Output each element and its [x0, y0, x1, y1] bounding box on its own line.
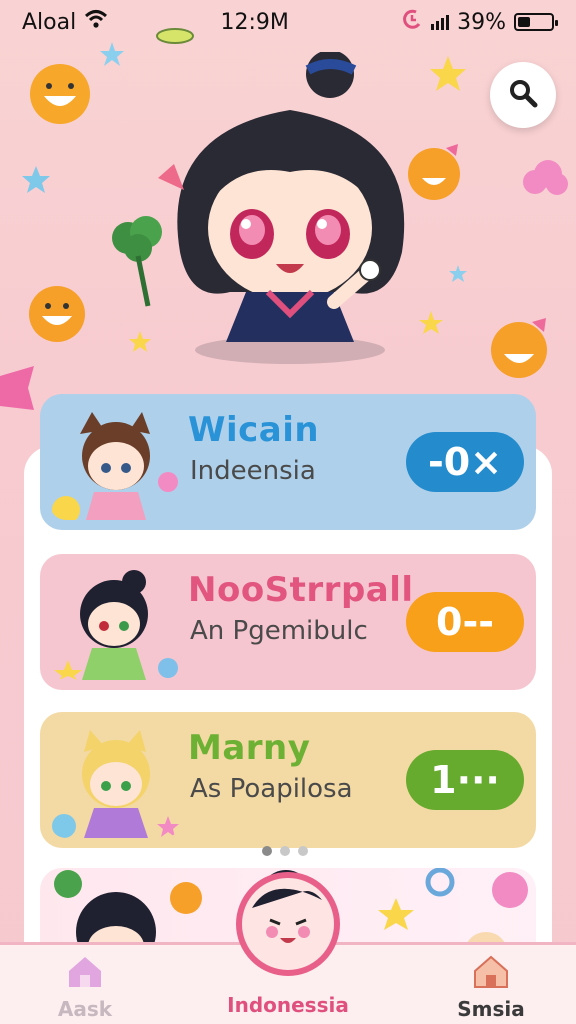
home-icon — [65, 957, 105, 993]
card-badge-button[interactable]: -0× — [406, 432, 524, 492]
home-icon — [471, 955, 511, 993]
signal-icon — [431, 14, 450, 30]
card-subtitle: Indeensia — [190, 456, 316, 486]
smiley-sticker — [491, 318, 547, 378]
search-icon — [508, 78, 538, 112]
star-icon — [100, 42, 124, 66]
battery-icon — [513, 13, 558, 31]
face-button[interactable] — [236, 872, 340, 976]
avatar — [54, 570, 178, 680]
nav-item-aask[interactable]: Aask — [10, 953, 160, 1021]
card-name: Wicain — [188, 410, 320, 450]
card-name: NooStrrpall — [188, 570, 414, 610]
card-name: Marny — [188, 728, 311, 768]
search-button[interactable] — [490, 62, 556, 128]
avatar — [52, 730, 179, 838]
pagination-dot[interactable] — [280, 846, 290, 856]
pagination-dots[interactable] — [262, 846, 308, 856]
list-card[interactable]: Wicain Indeensia -0× — [40, 394, 536, 530]
nav-label: Smsia — [457, 997, 525, 1021]
battery-percent: 39% — [457, 9, 506, 35]
carrier-label: Aloal — [22, 9, 77, 35]
smiley-sticker — [30, 64, 90, 124]
ribbon-sticker — [0, 366, 34, 410]
cloud-sticker — [523, 160, 568, 195]
nav-label: Aask — [57, 997, 113, 1021]
nav-item-indonessia[interactable]: Indonessia — [213, 989, 363, 1017]
nav-item-smsia[interactable]: Smsia — [416, 953, 566, 1021]
list-card[interactable]: Marny As Poapilosa 1··· — [40, 712, 536, 848]
card-subtitle: As Poapilosa — [190, 774, 353, 804]
nav-label: Indonessia — [227, 993, 349, 1017]
card-badge-button[interactable]: 0-- — [406, 592, 524, 652]
broccoli-sticker — [112, 216, 162, 307]
pagination-dot[interactable] — [298, 846, 308, 856]
card-badge-button[interactable]: 1··· — [406, 750, 524, 810]
status-bar: Aloal 12:9M 39% — [0, 0, 576, 44]
star-icon — [22, 166, 50, 193]
battery-fill — [517, 17, 531, 27]
star-icon — [449, 265, 467, 282]
smiley-sticker — [29, 286, 85, 342]
wifi-icon — [84, 9, 108, 35]
pagination-dot[interactable] — [262, 846, 272, 856]
hero-character — [158, 52, 405, 364]
face-icon — [242, 888, 334, 974]
card-subtitle: An Pgemibulc — [190, 616, 368, 646]
clock: 12:9M — [220, 9, 289, 35]
moon-icon — [401, 8, 423, 36]
avatar — [52, 412, 178, 520]
list-card[interactable]: NooStrrpall An Pgemibulc 0-- — [40, 554, 536, 690]
